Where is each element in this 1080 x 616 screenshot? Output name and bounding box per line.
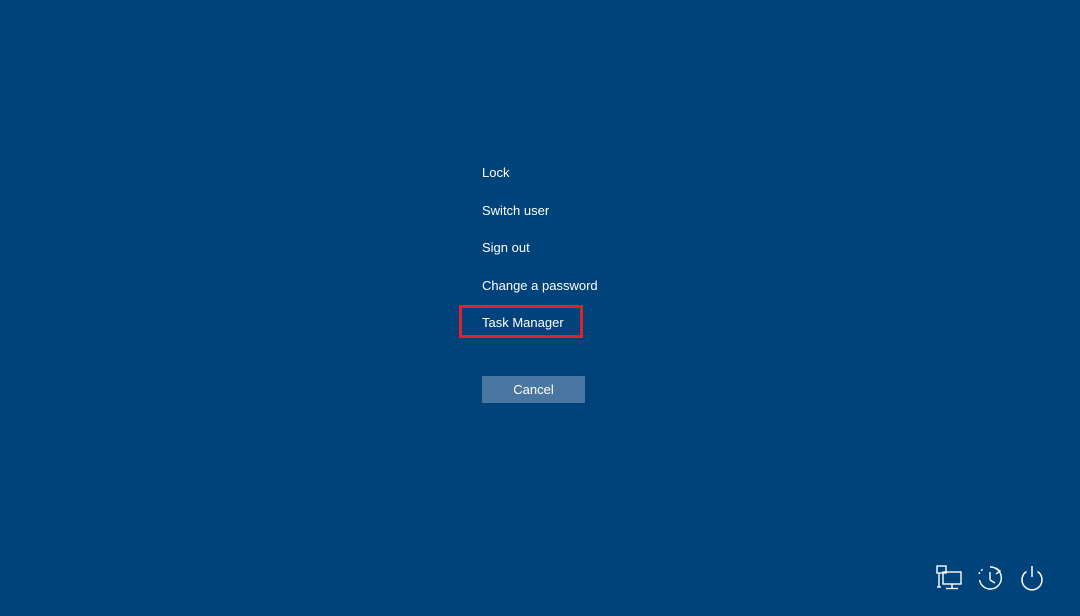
menu-item-task-manager[interactable]: Task Manager xyxy=(482,311,682,335)
cancel-button[interactable]: Cancel xyxy=(482,376,585,403)
power-icon[interactable] xyxy=(1017,563,1047,593)
menu-item-lock[interactable]: Lock xyxy=(482,161,682,185)
menu-item-switch-user[interactable]: Switch user xyxy=(482,199,682,223)
ctrl-alt-del-screen: Lock Switch user Sign out Change a passw… xyxy=(0,0,1080,616)
menu-item-change-password[interactable]: Change a password xyxy=(482,274,682,298)
network-icon[interactable] xyxy=(934,563,964,593)
accessibility-icon[interactable] xyxy=(975,563,1005,593)
security-options-menu: Lock Switch user Sign out Change a passw… xyxy=(482,161,682,349)
menu-item-sign-out[interactable]: Sign out xyxy=(482,236,682,260)
